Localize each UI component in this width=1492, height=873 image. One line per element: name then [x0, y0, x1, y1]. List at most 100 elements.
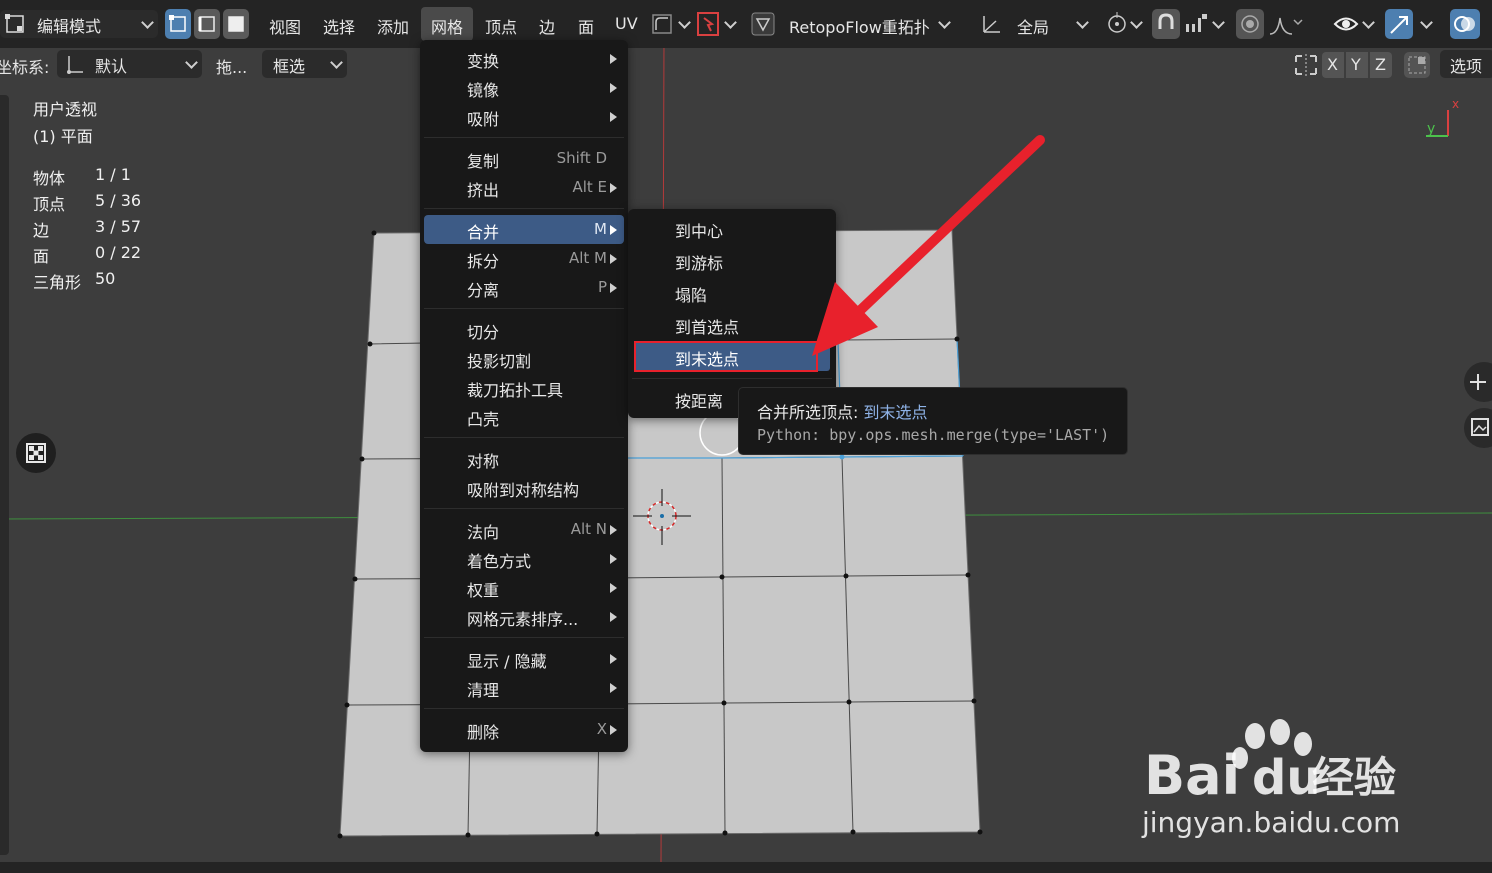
- menu-item-split[interactable]: 拆分 Alt M: [420, 244, 628, 273]
- menu-edge[interactable]: 边: [539, 14, 555, 38]
- eye-icon: [1333, 17, 1359, 31]
- stat-key: 顶点: [33, 195, 66, 214]
- menu-item-shading[interactable]: 着色方式: [420, 544, 628, 573]
- tooltip-value: 到末选点: [863, 403, 928, 422]
- knife-tool-button[interactable]: [696, 10, 738, 40]
- face-mode-icon: [228, 16, 244, 32]
- chevron-down-icon: [938, 16, 951, 29]
- menu-vertex[interactable]: 顶点: [485, 14, 517, 38]
- submenu-arrow-icon: [610, 683, 617, 693]
- gizmo-toggle-button[interactable]: [1385, 9, 1413, 39]
- menu-item-label: 吸附: [467, 110, 500, 129]
- menu-item-duplicate[interactable]: 复制 Shift D: [420, 144, 628, 173]
- merge-at-cursor[interactable]: 到游标: [628, 245, 836, 275]
- menu-item-convex-hull[interactable]: 凸壳: [420, 402, 628, 431]
- visibility-menu[interactable]: [1332, 10, 1376, 40]
- menu-separator: [424, 308, 624, 309]
- select-mode-dropdown[interactable]: 框选: [262, 50, 347, 78]
- menu-item-transform[interactable]: 变换: [420, 44, 628, 73]
- baidu-paw-logo: Bai du 经验 jingyan.baidu.com: [1141, 719, 1400, 839]
- menu-item-snap-to-symmetry[interactable]: 吸附到对称结构: [420, 473, 628, 502]
- stat-key: 三角形: [33, 273, 82, 292]
- menu-separator: [424, 137, 624, 138]
- overlay-toggle-button[interactable]: [1450, 9, 1480, 39]
- axis-y-label: Y: [1351, 55, 1361, 74]
- drag-label[interactable]: 拖...: [216, 54, 247, 78]
- menu-item-show-hide[interactable]: 显示 / 隐藏: [420, 644, 628, 673]
- snap-toggle-button[interactable]: [1152, 9, 1180, 39]
- watermark-du: du: [1252, 750, 1321, 806]
- menu-item-label: 合并: [467, 223, 500, 242]
- camera-view-button[interactable]: [1464, 408, 1492, 448]
- chevron-down-icon[interactable]: [1420, 16, 1433, 29]
- mirror-z-button[interactable]: Z: [1370, 52, 1392, 78]
- gizmo-y-label: y: [1427, 121, 1435, 137]
- submenu-arrow-icon: [610, 112, 617, 122]
- snap-settings-menu[interactable]: [1182, 10, 1226, 40]
- retopoflow-menu[interactable]: RetopoFlow重拓扑: [750, 10, 956, 40]
- options-button[interactable]: 选项: [1440, 50, 1492, 78]
- mirror-icon[interactable]: [1292, 52, 1320, 78]
- menu-item-label: 镜像: [467, 81, 500, 100]
- menu-select[interactable]: 选择: [323, 14, 355, 38]
- menu-uv[interactable]: UV: [615, 14, 638, 33]
- bevel-tool-button[interactable]: [650, 10, 692, 40]
- face-select-mode-button[interactable]: [223, 9, 249, 39]
- proportional-edit-button[interactable]: [1236, 9, 1264, 39]
- watermark-url: jingyan.baidu.com: [1141, 806, 1400, 839]
- chevron-down-icon: [724, 16, 737, 29]
- menu-item-delete[interactable]: 删除 X: [420, 715, 628, 744]
- plus-icon: [1470, 374, 1486, 390]
- menu-item-bisect[interactable]: 切分: [420, 315, 628, 344]
- menu-item-snap[interactable]: 吸附: [420, 102, 628, 131]
- tooltip-python: Python: bpy.ops.mesh.merge(type='LAST'): [757, 426, 1110, 444]
- auto-merge-button[interactable]: [1404, 52, 1430, 78]
- stat-value: 50: [95, 269, 116, 288]
- menu-item-shortcut: X: [596, 720, 607, 738]
- menu-item-label: 对称: [467, 452, 500, 471]
- merge-at-first[interactable]: 到首选点: [628, 309, 836, 339]
- menu-item-label: 裁刀拓扑工具: [467, 381, 564, 400]
- menu-item-knife-project[interactable]: 投影切割: [420, 344, 628, 373]
- mesh-menu: 变换 镜像 吸附 复制 Shift D 挤出 Alt E 合并 M 拆分 Alt M 分…: [420, 40, 628, 752]
- proportional-falloff-menu[interactable]: [1266, 10, 1306, 40]
- checker-tool-button[interactable]: [16, 433, 56, 473]
- menu-item-extrude[interactable]: 挤出 Alt E: [420, 173, 628, 202]
- chevron-down-icon: [330, 56, 343, 69]
- menu-item-sort-elements[interactable]: 网格元素排序...: [420, 602, 628, 631]
- axis-gizmo[interactable]: x y: [1420, 95, 1470, 145]
- merge-at-center[interactable]: 到中心: [628, 213, 836, 243]
- menu-item-label: 吸附到对称结构: [467, 481, 580, 500]
- menu-item-merge[interactable]: 合并 M: [424, 215, 624, 244]
- stat-value: 1 / 1: [95, 165, 131, 184]
- merge-collapse[interactable]: 塌陷: [628, 277, 836, 307]
- options-label: 选项: [1450, 57, 1483, 76]
- menu-view[interactable]: 视图: [269, 14, 301, 38]
- retopoflow-icon: [751, 12, 775, 36]
- menu-item-clean-up[interactable]: 清理: [420, 673, 628, 702]
- gizmo-icon: [1390, 16, 1408, 34]
- menu-item-normals[interactable]: 法向 Alt N: [420, 515, 628, 544]
- submenu-arrow-icon: [610, 183, 617, 193]
- menu-item-symmetrize[interactable]: 对称: [420, 444, 628, 473]
- stat-value: 5 / 36: [95, 191, 142, 210]
- menu-item-label: 清理: [467, 681, 500, 700]
- menu-mesh[interactable]: 网格: [421, 7, 473, 41]
- submenu-item-label: 到游标: [675, 254, 724, 273]
- mirror-y-button[interactable]: Y: [1346, 52, 1368, 78]
- menu-item-weights[interactable]: 权重: [420, 573, 628, 602]
- zoom-button[interactable]: [1464, 362, 1492, 402]
- tooltip-title: 合并所选顶点: 到末选点: [757, 403, 928, 422]
- mirror-x-button[interactable]: X: [1322, 52, 1344, 78]
- baidu-watermark: Bai du 经验 jingyan.baidu.com: [1140, 716, 1430, 846]
- annotation-highlight-box: [634, 341, 818, 372]
- pivot-point-menu[interactable]: [1104, 10, 1144, 40]
- watermark-brand: Bai: [1144, 744, 1240, 807]
- transform-orientation-menu[interactable]: 全局: [978, 10, 1092, 40]
- menu-item-knife-topology[interactable]: 裁刀拓扑工具: [420, 373, 628, 402]
- menu-item-mirror[interactable]: 镜像: [420, 73, 628, 102]
- menu-face[interactable]: 面: [578, 14, 594, 38]
- edge-select-mode-button[interactable]: [194, 9, 220, 39]
- menu-item-separate[interactable]: 分离 P: [420, 273, 628, 302]
- menu-add[interactable]: 添加: [377, 14, 409, 38]
